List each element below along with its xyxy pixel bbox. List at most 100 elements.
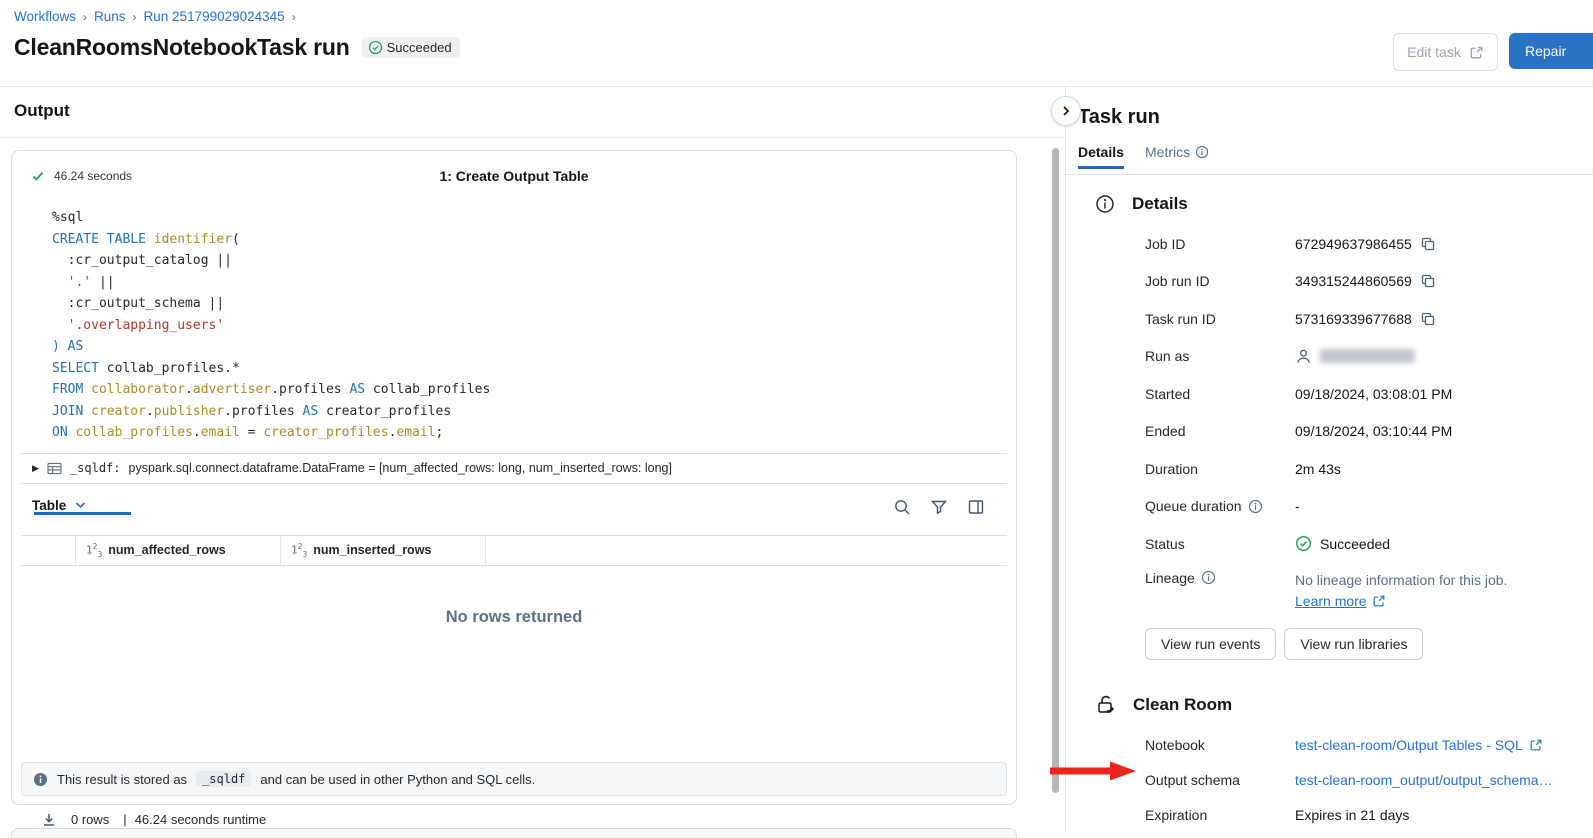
field-value: test-clean-room_output/output_schema_... — [1295, 772, 1553, 788]
field-value-text: 573169339677688 — [1295, 311, 1412, 327]
output-schema-link[interactable]: test-clean-room_output/output_schema_... — [1295, 772, 1553, 788]
empty-result-message: No rows returned — [446, 608, 583, 760]
field-value: Succeeded — [1295, 535, 1390, 552]
field-label: Task run ID — [1145, 311, 1295, 327]
collapse-panel-button[interactable] — [1051, 96, 1081, 126]
field-row-duration: Duration2m 43s — [1145, 450, 1585, 488]
runtime-text: 46.24 seconds runtime — [135, 812, 267, 827]
field-value: 2m 43s — [1295, 461, 1341, 477]
breadcrumb-separator: › — [133, 10, 137, 24]
code-line: JOIN creator.publisher.profiles AS creat… — [52, 401, 1016, 423]
code-line: :cr_output_schema || — [52, 293, 1016, 315]
annotation-arrow — [1050, 757, 1138, 785]
code-line: ON collab_profiles.email = creator_profi… — [52, 422, 1016, 444]
breadcrumb-link[interactable]: Run 251799029024345 — [144, 9, 285, 24]
info-text-pre: This result is stored as — [57, 772, 187, 787]
view-run-libraries-button[interactable]: View run libraries — [1284, 628, 1423, 660]
status-badge-label: Succeeded — [387, 40, 452, 55]
tab-details[interactable]: Details — [1078, 144, 1124, 160]
code-line: '.overlapping_users' — [52, 315, 1016, 337]
chevron-right-icon — [1060, 105, 1072, 117]
check-circle-icon — [368, 40, 383, 55]
column-header-num_inserted_rows[interactable]: 123num_inserted_rows — [281, 536, 486, 565]
field-row-status: StatusSucceeded — [1145, 525, 1585, 563]
breadcrumb-link[interactable]: Workflows — [14, 9, 76, 24]
clean-room-lock-icon — [1095, 694, 1117, 716]
code-line: CREATE TABLE identifier( — [52, 229, 1016, 251]
field-value: test-clean-room/Output Tables - SQL — [1295, 737, 1543, 753]
info-icon — [1195, 145, 1209, 159]
tab-details-label: Details — [1078, 144, 1124, 160]
info-text-post: and can be used in other Python and SQL … — [260, 772, 535, 787]
field-value: No lineage information for this job.Lear… — [1295, 570, 1507, 612]
copy-icon[interactable] — [1420, 311, 1436, 327]
active-tab-underline — [34, 512, 131, 515]
field-row-output-schema: Output schematest-clean-room_output/outp… — [1145, 762, 1585, 797]
field-value: 09/18/2024, 03:10:44 PM — [1295, 423, 1452, 439]
sql-code-block[interactable]: %sqlCREATE TABLE identifier( :cr_output_… — [12, 197, 1016, 444]
field-value-text: 09/18/2024, 03:08:01 PM — [1295, 386, 1452, 402]
field-value — [1295, 348, 1415, 365]
tab-metrics[interactable]: Metrics — [1145, 144, 1209, 160]
field-label: Job run ID — [1145, 273, 1295, 289]
field-value: - — [1295, 498, 1300, 514]
field-row-ended: Ended09/18/2024, 03:10:44 PM — [1145, 413, 1585, 451]
field-row-started: Started09/18/2024, 03:08:01 PM — [1145, 375, 1585, 413]
row-count: 0 rows — [71, 812, 109, 827]
sqldf-dataframe-row[interactable]: ▶ _sqldf: pyspark.sql.connect.dataframe.… — [21, 453, 1007, 484]
status-badge: Succeeded — [362, 37, 460, 58]
repair-button[interactable]: Repair — [1509, 33, 1593, 69]
field-value-text: - — [1295, 498, 1300, 514]
columns-panel-icon[interactable] — [967, 498, 985, 516]
field-label: Run as — [1145, 348, 1295, 364]
code-line: '.' || — [52, 272, 1016, 294]
field-label: Expiration — [1145, 807, 1295, 823]
notebook-link[interactable]: test-clean-room/Output Tables - SQL — [1295, 737, 1543, 753]
result-info-bar: This result is stored as _sqldf and can … — [21, 762, 1007, 796]
output-divider — [0, 137, 1066, 138]
field-row-notebook: Notebooktest-clean-room/Output Tables - … — [1145, 727, 1585, 762]
column-header-label: num_affected_rows — [108, 543, 225, 557]
field-value-text: 672949637986455 — [1295, 236, 1412, 252]
info-icon — [33, 772, 48, 787]
row-number-column-header — [21, 536, 76, 565]
details-section-title: Details — [1132, 194, 1188, 214]
check-circle-icon — [1295, 535, 1312, 552]
task-run-panel: Task run Details Metrics Details Job ID6… — [1066, 86, 1593, 832]
code-line: :cr_output_catalog || — [52, 250, 1016, 272]
field-value-text: Expires in 21 days — [1295, 807, 1409, 823]
search-icon[interactable] — [893, 498, 911, 516]
table-view-label: Table — [32, 498, 66, 513]
expand-caret-icon[interactable]: ▶ — [32, 463, 39, 474]
field-value: Expires in 21 days — [1295, 807, 1409, 823]
breadcrumb-separator: › — [83, 10, 87, 24]
copy-icon[interactable] — [1420, 273, 1436, 289]
field-row-expiration: ExpirationExpires in 21 days — [1145, 797, 1585, 832]
details-section-icon — [1095, 194, 1115, 214]
field-row-task-run-id: Task run ID573169339677688 — [1145, 300, 1585, 338]
info-icon[interactable] — [1248, 499, 1263, 514]
tab-metrics-label: Metrics — [1145, 144, 1190, 160]
number-type-icon: 123 — [86, 542, 102, 559]
number-type-icon: 123 — [291, 542, 307, 559]
download-icon[interactable] — [41, 812, 57, 828]
table-view-selector[interactable]: Table — [32, 498, 86, 513]
column-header-num_affected_rows[interactable]: 123 num_affected_rows — [76, 536, 281, 565]
scrollbar-thumb[interactable] — [1052, 148, 1059, 793]
breadcrumb: Workflows›Runs›Run 251799029024345› — [14, 9, 296, 24]
next-cell-preview — [11, 828, 1017, 838]
table-grid-icon — [47, 462, 62, 475]
field-value: 672949637986455 — [1295, 236, 1436, 252]
field-value-text: 09/18/2024, 03:10:44 PM — [1295, 423, 1452, 439]
field-value-text: 2m 43s — [1295, 461, 1341, 477]
edit-task-button[interactable]: Edit task — [1393, 33, 1498, 71]
learn-more-link[interactable]: Learn more — [1295, 591, 1386, 612]
info-icon[interactable] — [1201, 570, 1216, 585]
breadcrumb-link[interactable]: Runs — [94, 9, 126, 24]
view-run-events-button[interactable]: View run events — [1145, 628, 1276, 660]
filter-icon[interactable] — [930, 498, 948, 516]
sqldf-variable: _sqldf: — [70, 461, 121, 475]
field-label: Started — [1145, 386, 1295, 402]
code-line: ) AS — [52, 336, 1016, 358]
copy-icon[interactable] — [1420, 236, 1436, 252]
